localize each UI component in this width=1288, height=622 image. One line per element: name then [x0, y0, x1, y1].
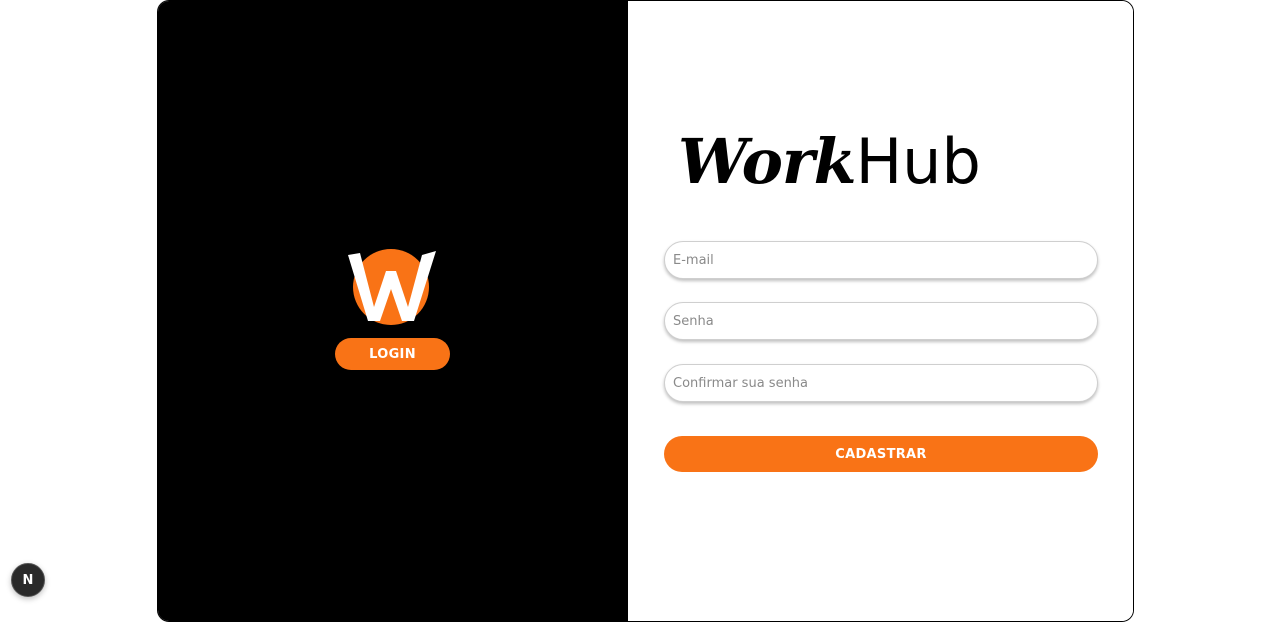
nextjs-dev-badge[interactable]: N: [11, 563, 45, 597]
confirm-password-field[interactable]: [664, 364, 1098, 402]
nextjs-icon: N: [22, 572, 34, 588]
register-card: LOGIN WorkHub CADASTRAR: [157, 0, 1134, 622]
password-field[interactable]: [664, 302, 1098, 340]
brand-wordmark: WorkHub: [678, 131, 1088, 221]
register-button[interactable]: CADASTRAR: [664, 436, 1098, 472]
brand-name-bold: Work: [678, 125, 857, 198]
workhub-logo-icon: [348, 249, 436, 325]
right-panel: WorkHub CADASTRAR: [628, 1, 1133, 621]
brand-name-light: Hub: [855, 125, 981, 198]
login-button[interactable]: LOGIN: [335, 338, 450, 370]
left-panel: LOGIN: [158, 1, 628, 621]
email-field[interactable]: [664, 241, 1098, 279]
